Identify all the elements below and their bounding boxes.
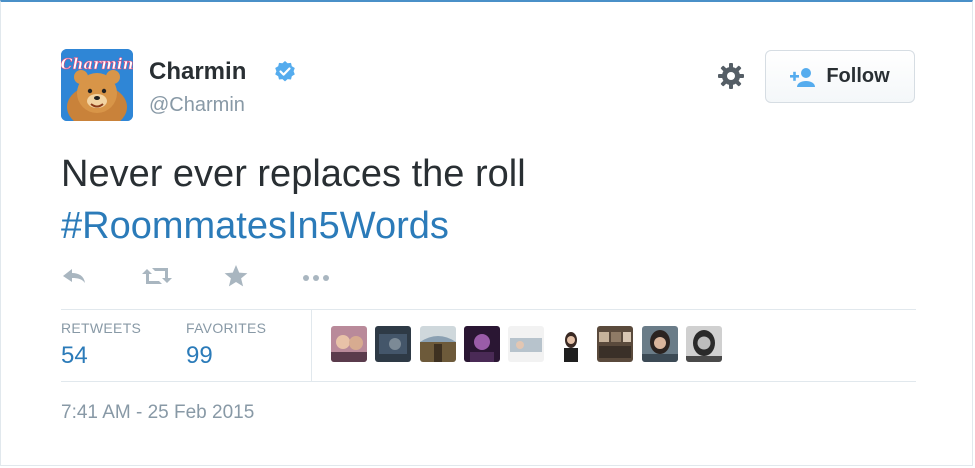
- favoriter-avatar[interactable]: [508, 326, 544, 362]
- favorites-stat[interactable]: FAVORITES 99: [186, 320, 266, 370]
- verified-badge-icon: [275, 61, 295, 82]
- hashtag-link[interactable]: #RoommatesIn5Words: [61, 200, 921, 252]
- retweets-count[interactable]: 54: [61, 342, 141, 370]
- favoriter-avatar[interactable]: [642, 326, 678, 362]
- author-avatar[interactable]: Charmin: [61, 49, 133, 121]
- favoriter-avatar[interactable]: [464, 326, 500, 362]
- favoriter-avatar[interactable]: [686, 326, 722, 362]
- favoriter-avatar[interactable]: [597, 326, 633, 362]
- author-name[interactable]: Charmin: [149, 58, 246, 86]
- retweets-label: RETWEETS: [61, 320, 142, 336]
- reply-icon[interactable]: [61, 264, 87, 288]
- tweet-text: Never ever replaces the roll #RoommatesI…: [61, 148, 921, 252]
- favoriter-avatar[interactable]: [553, 326, 589, 362]
- more-icon[interactable]: [301, 264, 331, 288]
- tweet-text-body: Never ever replaces the roll: [61, 153, 526, 195]
- favorite-star-icon[interactable]: [223, 264, 249, 288]
- stats-top-divider: [61, 309, 916, 310]
- favoriter-avatar[interactable]: [331, 326, 367, 362]
- tweet-timestamp[interactable]: 7:41 AM - 25 Feb 2015: [61, 402, 254, 424]
- gear-icon[interactable]: [715, 60, 747, 92]
- retweet-icon[interactable]: [141, 264, 173, 288]
- add-user-icon: [790, 67, 816, 87]
- author-handle[interactable]: @Charmin: [149, 94, 245, 117]
- favorites-label: FAVORITES: [186, 320, 267, 336]
- tweet-card: Charmin Charmin @Charmin Follow Never ev…: [0, 0, 973, 466]
- avatar-logo-text: Charmin: [61, 55, 133, 73]
- retweets-stat[interactable]: RETWEETS 54: [61, 320, 141, 370]
- follow-button[interactable]: Follow: [765, 50, 915, 103]
- favoriter-avatar[interactable]: [420, 326, 456, 362]
- favorites-count[interactable]: 99: [186, 342, 266, 370]
- follow-button-label: Follow: [826, 65, 890, 87]
- stats-bottom-divider: [61, 381, 916, 382]
- favoriter-avatar[interactable]: [375, 326, 411, 362]
- stats-vertical-divider: [311, 310, 312, 382]
